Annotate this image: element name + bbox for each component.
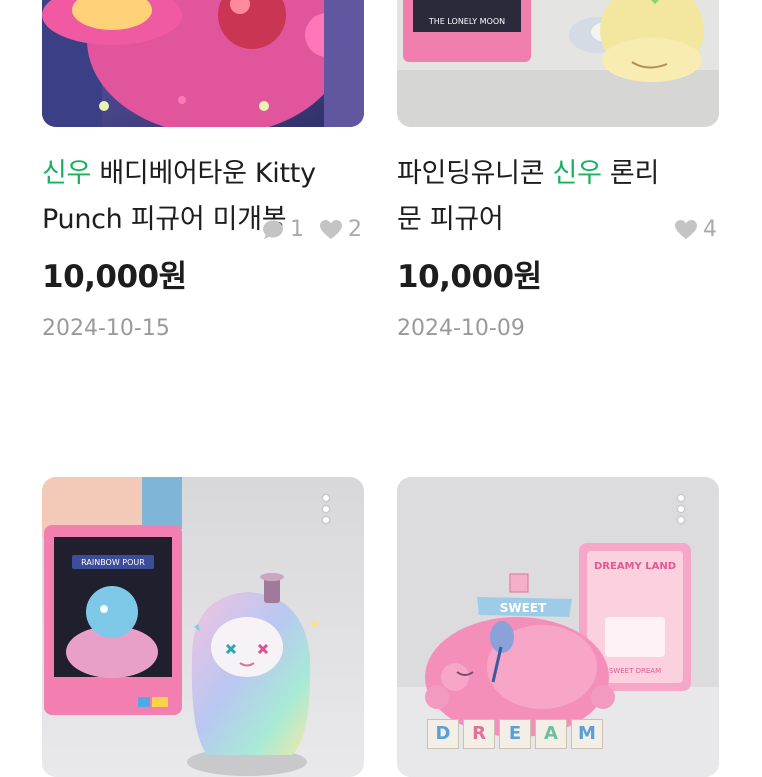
box-subtitle: SWEET DREAM xyxy=(609,667,661,675)
product-date: 2024-10-09 xyxy=(397,316,525,341)
product-price: 10,000원 xyxy=(397,259,542,295)
letter-block: E xyxy=(499,719,531,749)
more-vert-icon[interactable] xyxy=(677,495,685,523)
letter-block: M xyxy=(571,719,603,749)
product-card[interactable]: 신우 배디베어타운 Kitty Punch 피규어 미개봉 10,000원 20… xyxy=(42,0,364,341)
product-title[interactable]: 파인딩유니콘 신우 론리 xyxy=(397,151,719,197)
letter-block: D xyxy=(427,719,459,749)
product-title-text: 론리 xyxy=(601,158,659,189)
more-vert-icon[interactable] xyxy=(322,495,330,523)
product-image[interactable]: THE LONELY MOON xyxy=(397,0,719,127)
chat-count: 1 xyxy=(290,217,304,242)
heart-icon xyxy=(675,219,697,240)
box-title: DREAMY LAND xyxy=(594,561,676,572)
letter-block: R xyxy=(463,719,495,749)
product-card[interactable]: DREAMY LAND SWEET DREAM SWEET D R E A M xyxy=(397,477,719,777)
product-card[interactable]: RAINBOW POUR xyxy=(42,477,364,777)
product-price: 10,000원 xyxy=(42,259,187,295)
product-stats: 4 xyxy=(675,217,717,242)
like-count: 4 xyxy=(703,217,717,242)
like-count: 2 xyxy=(348,217,362,242)
product-image[interactable]: DREAMY LAND SWEET DREAM SWEET D R E A M xyxy=(397,477,719,777)
product-date: 2024-10-15 xyxy=(42,316,170,341)
box-label: THE LONELY MOON xyxy=(428,17,505,26)
letter-block: A xyxy=(535,719,567,749)
box-label: RAINBOW POUR xyxy=(81,558,145,567)
product-title-text: 배디베어타운 Kitty xyxy=(91,158,316,189)
product-title-line2[interactable]: 문 피규어 xyxy=(397,197,719,243)
product-image[interactable] xyxy=(42,0,364,127)
banner-label: SWEET xyxy=(500,601,547,615)
product-stats: 1 2 xyxy=(262,217,362,242)
product-card[interactable]: THE LONELY MOON 파인딩유니콘 신우 론리 문 피규어 10,00… xyxy=(397,0,719,341)
chat-bubble-icon xyxy=(262,220,284,240)
search-keyword: 신우 xyxy=(552,158,602,189)
search-keyword: 신우 xyxy=(42,158,92,189)
product-title[interactable]: 신우 배디베어타운 Kitty xyxy=(42,151,364,197)
product-title-text: 파인딩유니콘 xyxy=(397,158,553,189)
letter-blocks: D R E A M xyxy=(427,719,603,749)
product-image[interactable]: RAINBOW POUR xyxy=(42,477,364,777)
heart-icon xyxy=(320,219,342,240)
